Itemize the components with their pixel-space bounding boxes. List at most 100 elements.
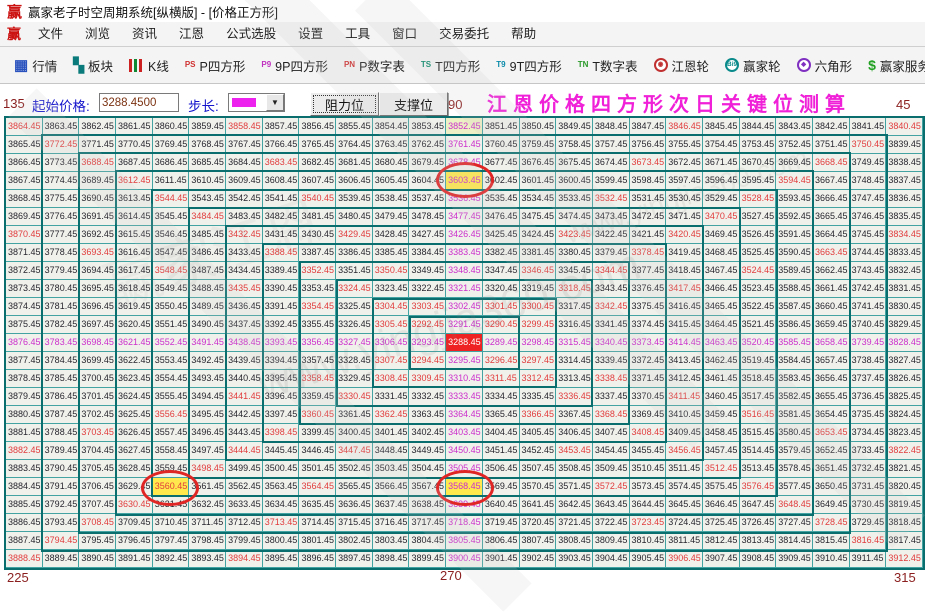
price-cell[interactable]: 3676.45 — [519, 154, 557, 172]
price-cell[interactable]: 3754.45 — [702, 136, 740, 154]
price-cell[interactable]: 3679.45 — [409, 154, 447, 172]
price-cell[interactable]: 3332.45 — [409, 388, 447, 406]
price-cell[interactable]: 3651.45 — [812, 460, 850, 478]
price-cell[interactable]: 3355.45 — [299, 316, 337, 334]
price-cell[interactable]: 3462.45 — [702, 352, 740, 370]
price-cell[interactable]: 3697.45 — [79, 316, 117, 334]
price-cell[interactable]: 3795.45 — [79, 532, 117, 550]
price-cell[interactable]: 3640.45 — [482, 496, 520, 514]
price-cell[interactable]: 3463.45 — [702, 334, 740, 352]
price-cell[interactable]: 3717.45 — [409, 514, 447, 532]
price-cell[interactable]: 3480.45 — [336, 208, 373, 226]
price-cell[interactable]: 3634.45 — [262, 496, 300, 514]
price-cell[interactable]: 3625.45 — [116, 406, 153, 424]
toolbar-button-t-table[interactable]: TN T数字表 — [570, 52, 646, 79]
price-cell[interactable]: 3687.45 — [116, 154, 153, 172]
price-cell[interactable]: 3633.45 — [226, 496, 263, 514]
price-cell[interactable]: 3516.45 — [739, 406, 777, 424]
price-cell[interactable]: 3408.45 — [629, 424, 667, 442]
price-cell[interactable]: 3626.45 — [116, 424, 153, 442]
price-cell[interactable]: 3685.45 — [189, 154, 227, 172]
price-cell[interactable]: 3826.45 — [886, 370, 923, 388]
price-cell[interactable]: 3389.45 — [262, 262, 300, 280]
price-cell[interactable]: 3557.45 — [152, 424, 190, 442]
price-cell[interactable]: 3912.45 — [886, 550, 923, 568]
price-cell[interactable]: 3864.45 — [6, 118, 43, 136]
price-cell[interactable]: 3868.45 — [6, 190, 43, 208]
price-cell[interactable]: 3551.45 — [152, 316, 190, 334]
price-cell[interactable]: 3653.45 — [812, 424, 850, 442]
price-cell[interactable]: 3580.45 — [776, 424, 813, 442]
price-cell[interactable]: 3315.45 — [556, 334, 593, 352]
price-cell[interactable]: 3847.45 — [629, 118, 667, 136]
toolbar-button-p-table[interactable]: PN P数字表 — [336, 52, 413, 79]
price-cell[interactable]: 3394.45 — [262, 352, 300, 370]
price-cell[interactable]: 3841.45 — [849, 118, 887, 136]
toolbar-button-kline[interactable]: K线 — [121, 52, 177, 79]
price-cell[interactable]: 3328.45 — [336, 352, 373, 370]
price-cell[interactable]: 3726.45 — [739, 514, 777, 532]
price-cell[interactable]: 3299.45 — [519, 316, 557, 334]
price-cell[interactable]: 3858.45 — [226, 118, 263, 136]
price-cell[interactable]: 3777.45 — [42, 226, 80, 244]
price-cell[interactable]: 3884.45 — [6, 478, 43, 496]
price-cell[interactable]: 3524.45 — [739, 262, 777, 280]
price-cell[interactable]: 3427.45 — [409, 226, 447, 244]
price-cell[interactable]: 3719.45 — [482, 514, 520, 532]
price-cell[interactable]: 3375.45 — [629, 298, 667, 316]
price-cell[interactable]: 3831.45 — [886, 280, 923, 298]
price-cell[interactable]: 3863.45 — [42, 118, 80, 136]
price-cell[interactable]: 3544.45 — [152, 190, 190, 208]
price-cell[interactable]: 3532.45 — [592, 190, 630, 208]
price-cell[interactable]: 3492.45 — [189, 352, 227, 370]
price-cell[interactable]: 3656.45 — [812, 370, 850, 388]
price-cell[interactable]: 3880.45 — [6, 406, 43, 424]
price-cell[interactable]: 3690.45 — [79, 190, 117, 208]
menu-item[interactable]: 交易委托 — [428, 23, 500, 46]
menu-item[interactable]: 资讯 — [121, 23, 168, 46]
price-cell[interactable]: 3404.45 — [482, 424, 520, 442]
price-cell[interactable]: 3478.45 — [409, 208, 447, 226]
price-cell[interactable]: 3631.45 — [152, 496, 190, 514]
price-cell[interactable]: 3323.45 — [372, 280, 410, 298]
price-cell[interactable]: 3842.45 — [812, 118, 850, 136]
price-cell[interactable]: 3586.45 — [776, 316, 813, 334]
price-cell[interactable]: 3869.45 — [6, 208, 43, 226]
dropdown-arrow-icon[interactable]: ▼ — [266, 94, 284, 111]
price-cell[interactable]: 3428.45 — [372, 226, 410, 244]
price-cell[interactable]: 3387.45 — [299, 244, 337, 262]
price-cell[interactable]: 3729.45 — [849, 514, 887, 532]
price-cell[interactable]: 3336.45 — [556, 388, 593, 406]
price-cell[interactable]: 3446.45 — [299, 442, 337, 460]
price-cell[interactable]: 3613.45 — [116, 190, 153, 208]
price-cell[interactable]: 3624.45 — [116, 388, 153, 406]
price-cell[interactable]: 3371.45 — [629, 370, 667, 388]
price-cell[interactable]: 3756.45 — [629, 136, 667, 154]
price-cell[interactable]: 3712.45 — [226, 514, 263, 532]
menu-item[interactable]: 文件 — [27, 23, 74, 46]
price-cell[interactable]: 3792.45 — [42, 496, 80, 514]
price-cell[interactable]: 3358.45 — [299, 370, 337, 388]
price-cell[interactable]: 3564.45 — [299, 478, 337, 496]
price-cell[interactable]: 3450.45 — [446, 442, 483, 460]
price-cell[interactable]: 3663.45 — [812, 244, 850, 262]
price-cell[interactable]: 3836.45 — [886, 190, 923, 208]
price-cell[interactable]: 3316.45 — [556, 316, 593, 334]
price-cell[interactable]: 3506.45 — [482, 460, 520, 478]
price-cell[interactable]: 3903.45 — [556, 550, 593, 568]
price-cell[interactable]: 3392.45 — [262, 316, 300, 334]
price-cell[interactable]: 3426.45 — [446, 226, 483, 244]
price-cell[interactable]: 3579.45 — [776, 442, 813, 460]
price-cell[interactable]: 3728.45 — [812, 514, 850, 532]
price-cell[interactable]: 3423.45 — [556, 226, 593, 244]
price-cell[interactable]: 3576.45 — [739, 478, 777, 496]
price-cell[interactable]: 3534.45 — [519, 190, 557, 208]
price-cell[interactable]: 3305.45 — [372, 316, 410, 334]
price-cell[interactable]: 3488.45 — [189, 280, 227, 298]
price-cell[interactable]: 3435.45 — [226, 280, 263, 298]
price-cell[interactable]: 3407.45 — [592, 424, 630, 442]
price-cell[interactable]: 3360.45 — [299, 406, 337, 424]
price-cell[interactable]: 3473.45 — [592, 208, 630, 226]
toolbar-button-hexagon[interactable]: ◆ 六角形 — [789, 52, 861, 79]
price-cell[interactable]: 3704.45 — [79, 442, 117, 460]
